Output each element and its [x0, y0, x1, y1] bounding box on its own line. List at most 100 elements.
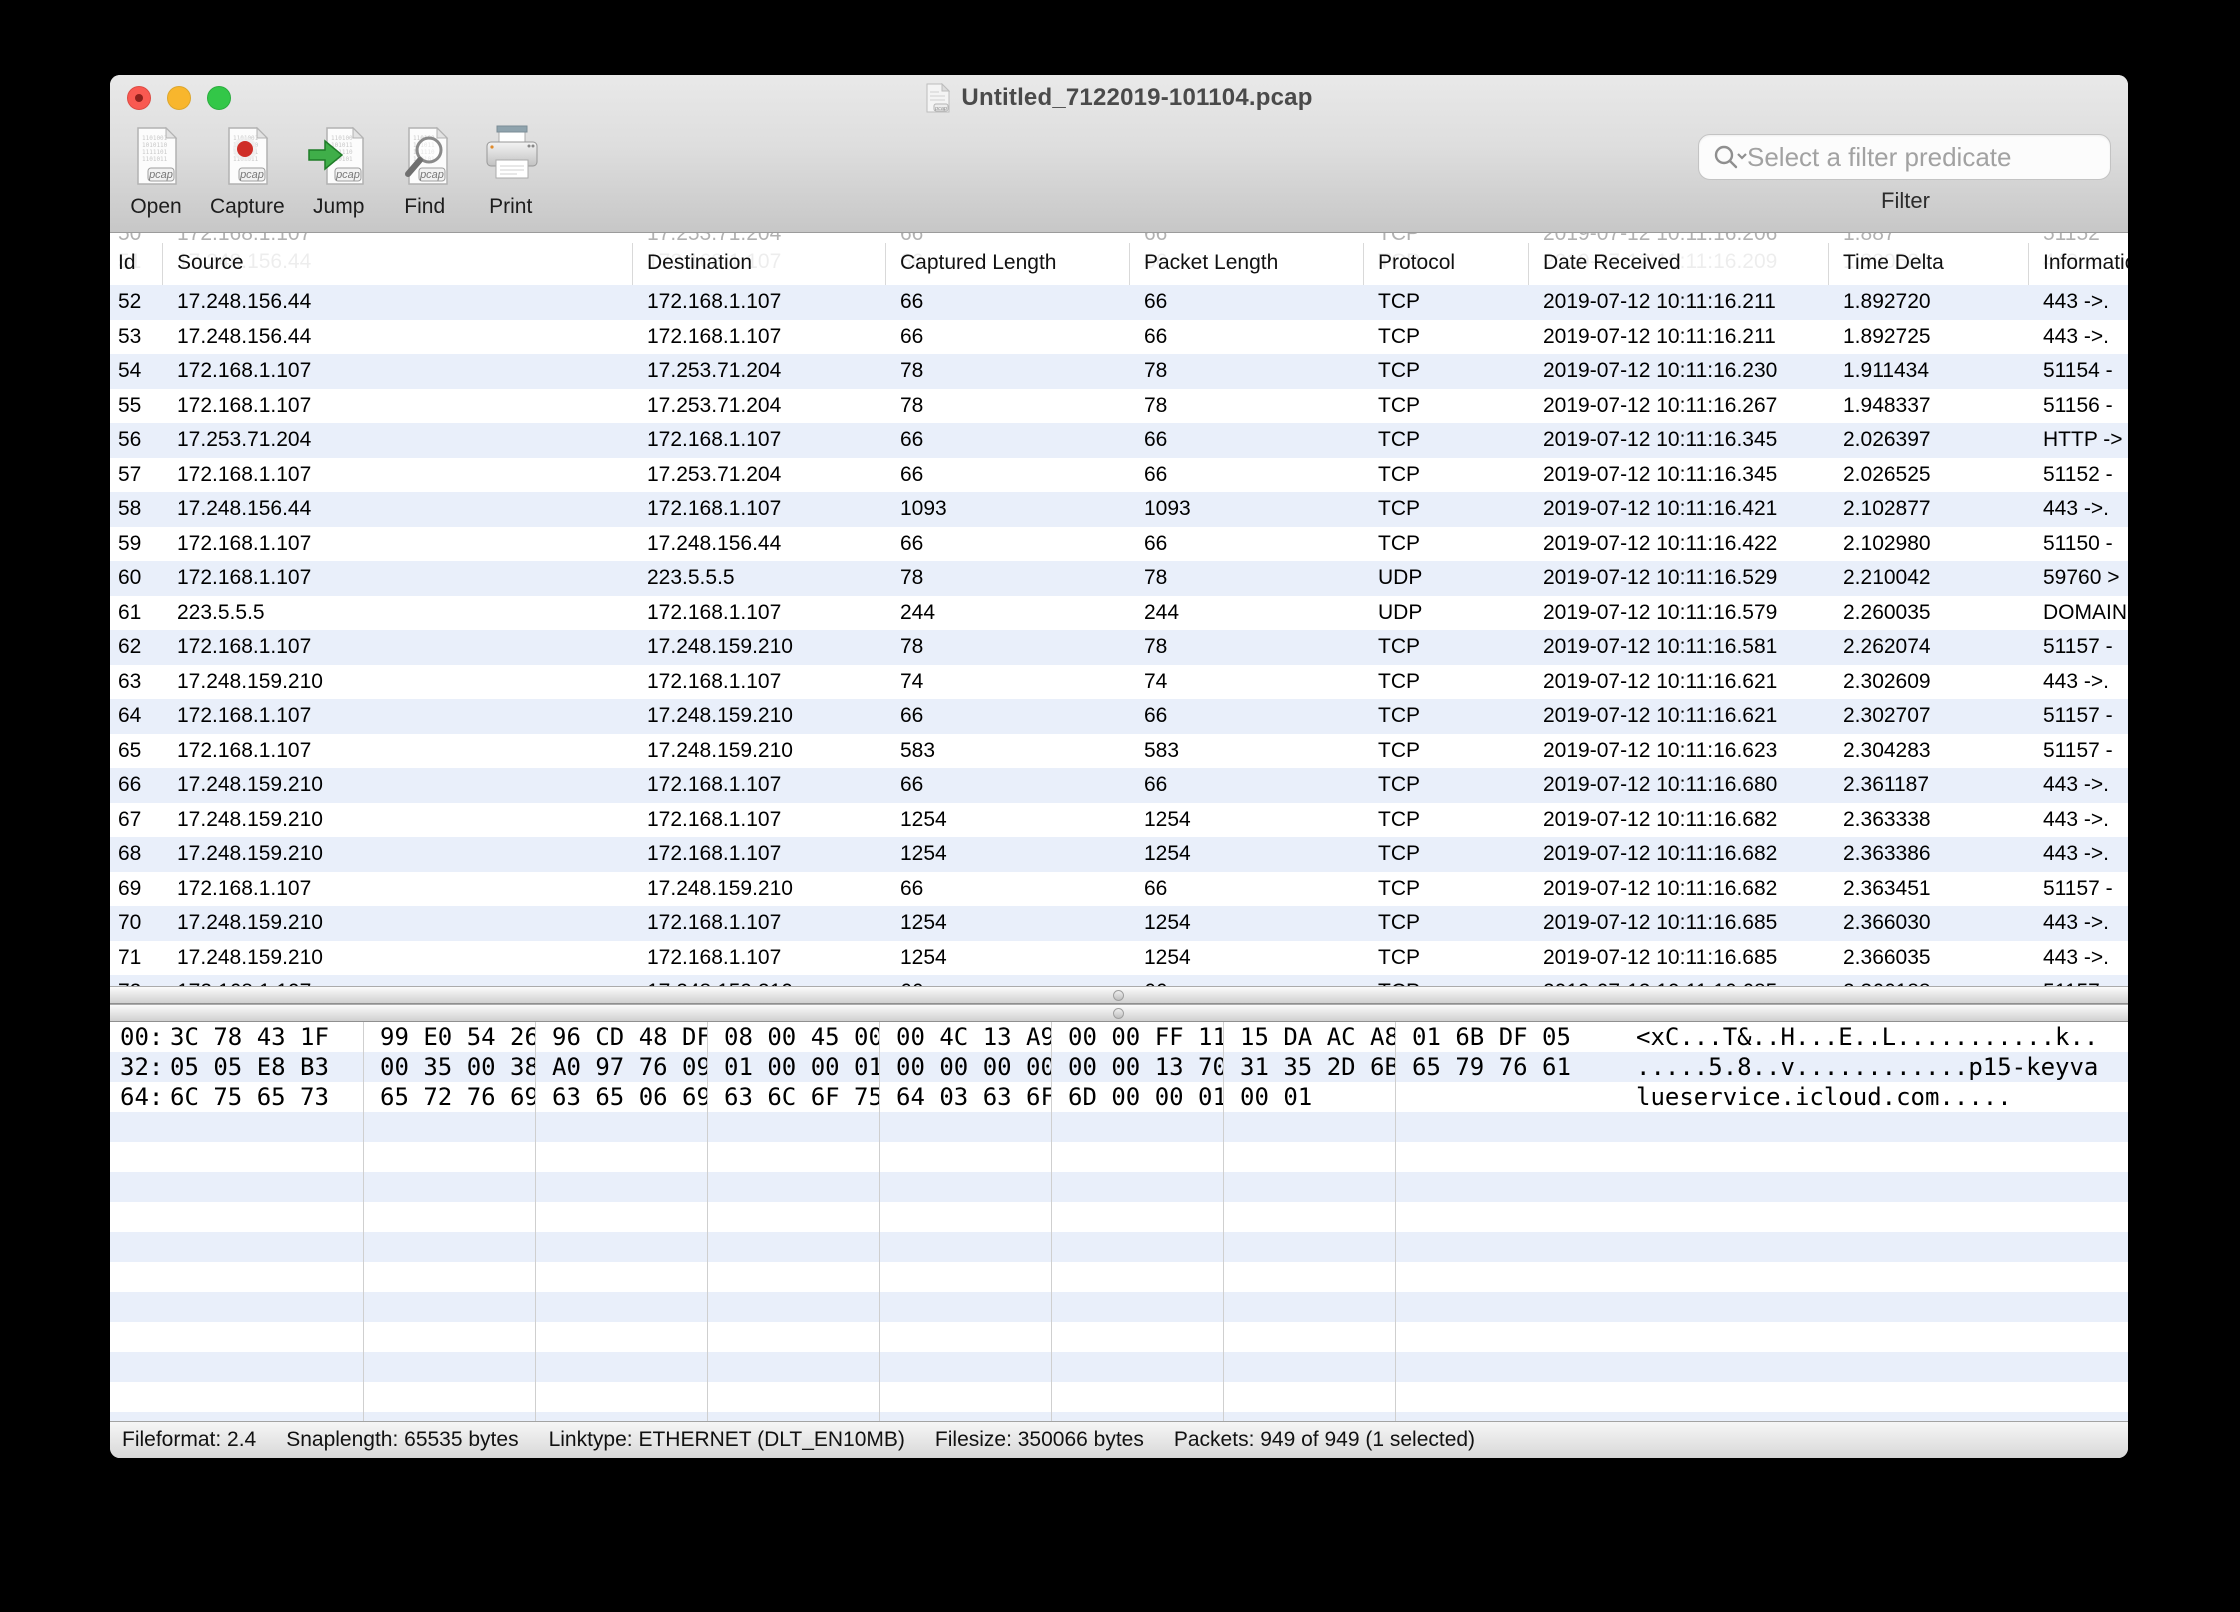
toolbar-button-jump[interactable]: 110100101011111110110101pcapJump [307, 124, 371, 219]
table-cell: 17.253.71.204 [633, 463, 886, 487]
column-header-id[interactable]: Id [110, 243, 163, 285]
table-cell: 1254 [886, 842, 1130, 866]
hex-byte-group [880, 1412, 1052, 1421]
table-row[interactable]: 5617.253.71.204172.168.1.1076666TCP2019-… [110, 423, 2128, 458]
hex-byte-group [110, 1292, 364, 1322]
table-row[interactable]: 64172.168.1.10717.248.159.2106666TCP2019… [110, 699, 2128, 734]
table-row[interactable]: 59172.168.1.10717.248.156.446666TCP2019-… [110, 527, 2128, 562]
table-row[interactable]: 65172.168.1.10717.248.159.210583583TCP20… [110, 734, 2128, 769]
table-cell: 66 [886, 532, 1130, 556]
toolbar-button-find[interactable]: 110100101011111110110101pcapFind [393, 124, 457, 219]
column-header-packet-length[interactable]: Packet Length [1130, 243, 1364, 285]
hex-byte-group [364, 1322, 536, 1352]
table-cell: 17.248.159.210 [163, 773, 633, 797]
hex-byte-group [536, 1142, 708, 1172]
table-row[interactable]: 54172.168.1.10717.253.71.2047878TCP2019-… [110, 354, 2128, 389]
table-cell: 17.248.159.210 [163, 842, 633, 866]
table-row[interactable]: 61223.5.5.5172.168.1.107244244UDP2019-07… [110, 596, 2128, 631]
hex-byte-group [1052, 1292, 1224, 1322]
pane-splitter-upper[interactable] [110, 986, 2128, 1004]
table-cell: 172.168.1.107 [633, 670, 886, 694]
column-header-information[interactable]: Information [2029, 243, 2128, 285]
table-cell: 1254 [1130, 808, 1364, 832]
table-cell: 172.168.1.107 [163, 739, 633, 763]
column-header-source[interactable]: Source [163, 243, 633, 285]
table-row[interactable]: 6317.248.159.210172.168.1.1077474TCP2019… [110, 665, 2128, 700]
hex-byte-group: 96 CD 48 DF [536, 1022, 708, 1052]
hex-byte-group [536, 1382, 708, 1412]
hex-ascii-column [1603, 1112, 1636, 1142]
table-row[interactable]: 72172.168.1.10717.248.159.2106666TCP2019… [110, 975, 2128, 986]
hex-byte-group [110, 1232, 364, 1262]
hex-row-empty [110, 1382, 2128, 1412]
table-row[interactable]: 57172.168.1.10717.253.71.2046666TCP2019-… [110, 458, 2128, 493]
table-cell: 51157 - [2029, 739, 2128, 763]
table-cell: 17.253.71.204 [163, 428, 633, 452]
svg-text:1101001: 1101001 [142, 135, 168, 142]
table-row[interactable]: 6617.248.159.210172.168.1.1076666TCP2019… [110, 768, 2128, 803]
table-row[interactable]: 7117.248.159.210172.168.1.10712541254TCP… [110, 941, 2128, 976]
hex-byte-group [110, 1322, 364, 1352]
splitter-handle-icon[interactable] [1113, 990, 1124, 1001]
window-chrome: pcap Untitled_7122019-101104.pcap 110100… [110, 75, 2128, 233]
table-row[interactable]: 6717.248.159.210172.168.1.10712541254TCP… [110, 803, 2128, 838]
hex-byte-group: 00 35 00 38 [364, 1052, 536, 1082]
table-cell: 78 [886, 566, 1130, 590]
table-cell: 78 [1130, 394, 1364, 418]
table-row[interactable]: 7017.248.159.210172.168.1.10712541254TCP… [110, 906, 2128, 941]
toolbar-button-print[interactable]: Print [479, 124, 543, 219]
table-cell: 2019-07-12 10:11:16.621 [1529, 704, 1829, 728]
table-cell: 17.248.156.44 [163, 497, 633, 521]
table-cell: 53 [110, 325, 163, 349]
filter-field[interactable] [1698, 134, 2111, 180]
column-header-date-received[interactable]: Date Received [1529, 243, 1829, 285]
hex-byte-group [1052, 1172, 1224, 1202]
toolbar-button-capture[interactable]: 1101001101011011111011101011pcapCapture [210, 124, 285, 219]
table-cell: 2.363386 [1829, 842, 2029, 866]
table-cell: 172.168.1.107 [163, 394, 633, 418]
splitter-handle-icon[interactable] [1113, 1008, 1124, 1019]
hex-byte-group [536, 1292, 708, 1322]
hex-byte-group [880, 1142, 1052, 1172]
table-row[interactable]: 5317.248.156.44172.168.1.1076666TCP2019-… [110, 320, 2128, 355]
hex-byte-group [536, 1262, 708, 1292]
hex-ascii-column [1603, 1202, 1636, 1232]
hex-byte-group [708, 1292, 880, 1322]
table-cell: 61 [110, 601, 163, 625]
printer-icon [479, 124, 543, 193]
hex-byte-group [536, 1352, 708, 1382]
table-cell: 2019-07-12 10:11:16.230 [1529, 359, 1829, 383]
table-row[interactable]: 5817.248.156.44172.168.1.10710931093TCP2… [110, 492, 2128, 527]
search-filter-icon[interactable] [1711, 144, 1747, 170]
pane-splitter-lower[interactable] [110, 1004, 2128, 1022]
hex-byte-group [708, 1352, 880, 1382]
hex-offset-label: 32: [120, 1052, 170, 1082]
table-row[interactable]: 60172.168.1.107223.5.5.57878UDP2019-07-1… [110, 561, 2128, 596]
table-cell: 51154 - [2029, 359, 2128, 383]
table-row[interactable]: 55172.168.1.10717.253.71.2047878TCP2019-… [110, 389, 2128, 424]
table-cell: 65 [110, 739, 163, 763]
titlebar[interactable]: pcap Untitled_7122019-101104.pcap [110, 75, 2128, 120]
table-cell: UDP [1364, 566, 1529, 590]
table-cell: 17.253.71.204 [633, 394, 886, 418]
table-cell: 17.248.156.44 [163, 325, 633, 349]
table-row[interactable]: 62172.168.1.10717.248.159.2107878TCP2019… [110, 630, 2128, 665]
column-header-protocol[interactable]: Protocol [1364, 243, 1529, 285]
table-row[interactable]: 5217.248.156.44172.168.1.1076666TCP2019-… [110, 285, 2128, 320]
table-cell: 2.366035 [1829, 946, 2029, 970]
table-cell: 1254 [1130, 842, 1364, 866]
column-header-captured-length[interactable]: Captured Length [886, 243, 1130, 285]
hex-byte-group [536, 1202, 708, 1232]
column-header-time-delta[interactable]: Time Delta [1829, 243, 2029, 285]
table-cell: 443 ->. [2029, 842, 2128, 866]
column-header-destination[interactable]: Destination [633, 243, 886, 285]
hex-byte-group [1396, 1382, 1603, 1412]
toolbar-button-open[interactable]: 1101001101011011111011101011pcapOpen [124, 124, 188, 219]
filter-input[interactable] [1747, 142, 2098, 173]
table-cell: 17.248.156.44 [633, 532, 886, 556]
table-row[interactable]: 6817.248.159.210172.168.1.10712541254TCP… [110, 837, 2128, 872]
table-row[interactable]: 69172.168.1.10717.248.159.2106666TCP2019… [110, 872, 2128, 907]
hex-row-empty [110, 1262, 2128, 1292]
table-cell: 66 [1130, 704, 1364, 728]
hex-byte-group [110, 1172, 364, 1202]
